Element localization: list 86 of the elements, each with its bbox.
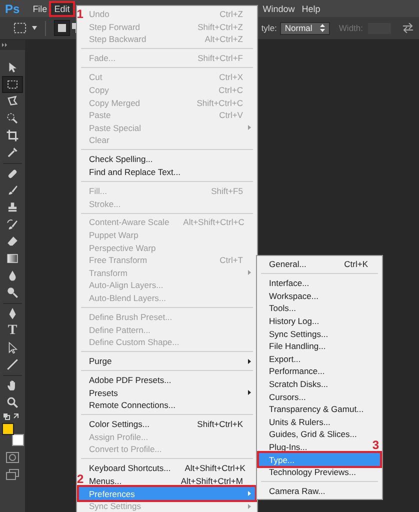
submenu-arrow-icon xyxy=(248,270,250,276)
brush-circle-icon xyxy=(6,112,19,125)
menu-title[interactable]: Help xyxy=(298,2,324,14)
menu-item[interactable]: Transparency & Gamut... xyxy=(268,402,370,416)
menu-item[interactable]: Adobe PDF Presets... xyxy=(88,374,255,386)
menu-item[interactable]: Camera Raw... xyxy=(268,484,370,498)
background-color-swatch[interactable] xyxy=(12,434,24,446)
menu-item[interactable]: Cursors... xyxy=(268,390,370,403)
submenu-arrow-icon xyxy=(248,390,250,396)
magnifier-icon xyxy=(6,396,19,409)
shortcut-label: Ctrl+T xyxy=(218,255,243,266)
menu-item[interactable]: Presets xyxy=(88,386,255,400)
menu-item[interactable]: Purge xyxy=(88,354,255,368)
menu-item[interactable]: Menus... Alt+Shift+Ctrl+M xyxy=(88,474,255,488)
shortcut-label: Shift+F5 xyxy=(210,186,243,196)
submenu-arrow-icon xyxy=(248,358,250,364)
dashed-rectangle-icon xyxy=(6,78,19,91)
menu-item[interactable]: General... Ctrl+K xyxy=(268,258,370,271)
stacked-windows-icon xyxy=(6,469,19,480)
tool-button[interactable]: T xyxy=(2,322,23,339)
menu-item[interactable]: Interface... xyxy=(268,276,370,290)
menu-item[interactable]: Technology Previews... xyxy=(268,466,370,478)
shortcut-label: Alt+Shift+Ctrl+K xyxy=(184,463,246,474)
app-logo: Ps xyxy=(5,2,20,16)
menu-item[interactable]: Remote Connections... xyxy=(88,399,255,412)
caret-icon xyxy=(32,26,37,30)
foreground-color-swatch[interactable] xyxy=(2,423,14,435)
shortcut-label: Alt+Shift+Ctrl+M xyxy=(180,476,243,486)
arrow-cursor-icon xyxy=(6,341,19,354)
tool-button[interactable] xyxy=(2,76,23,93)
menu-item[interactable]: Color Settings... Shift+Ctrl+K xyxy=(88,418,255,431)
eraser-icon xyxy=(6,235,19,248)
submenu-arrow-icon xyxy=(248,504,250,509)
menu-item[interactable]: Plug-Ins... xyxy=(268,440,370,454)
shortcut-label: Ctrl+Z xyxy=(218,9,243,20)
menu-item[interactable]: Units & Rulers... xyxy=(268,416,370,428)
menu-item[interactable]: History Log... xyxy=(268,314,370,328)
line-icon xyxy=(6,358,19,371)
circle-in-square-icon xyxy=(6,452,19,463)
menu-item[interactable]: Guides, Grid & Slices... xyxy=(268,428,370,441)
stamp-icon xyxy=(6,201,19,214)
step-number: 1 xyxy=(76,6,84,20)
submenu-arrow-icon xyxy=(248,491,250,496)
gradient-icon xyxy=(6,252,19,265)
shortcut-label: Ctrl+X xyxy=(218,72,243,82)
shortcut-label: Alt+Shift+Ctrl+C xyxy=(182,217,244,228)
menu-item[interactable]: Find and Replace Text... xyxy=(88,166,255,178)
shortcut-label: Ctrl+V xyxy=(218,110,243,120)
dashed-rectangle-icon xyxy=(13,22,27,34)
brush-icon xyxy=(6,184,19,197)
updown-arrows-icon xyxy=(320,24,325,32)
tool-mode-button[interactable] xyxy=(54,20,70,36)
menu-item[interactable]: Tools... xyxy=(268,302,370,315)
shortcut-label: Alt+Ctrl+Z xyxy=(204,34,243,44)
shortcut-label: Ctrl+K xyxy=(343,259,368,270)
menu-title[interactable]: Window xyxy=(260,2,298,14)
step-number: 3 xyxy=(372,438,379,452)
square-icon xyxy=(58,24,66,32)
submenu-arrow-icon xyxy=(248,125,250,130)
eyedropper-icon xyxy=(6,146,19,159)
menu-item[interactable]: Keyboard Shortcuts... Alt+Shift+Ctrl+K xyxy=(88,462,255,475)
menu-item[interactable]: Scratch Disks... xyxy=(268,378,370,390)
shortcut-label: Ctrl+C xyxy=(218,85,243,96)
shortcut-label: Shift+Ctrl+Z xyxy=(196,22,243,32)
step-number: 2 xyxy=(77,472,84,486)
menu-item[interactable]: Export... xyxy=(268,352,370,366)
swap-arrows-icon xyxy=(402,23,414,33)
menu-item[interactable]: Check Spelling... xyxy=(88,153,255,166)
double-arrow-icon xyxy=(2,43,8,47)
crop-icon xyxy=(6,129,19,142)
menu-item[interactable]: Performance... xyxy=(268,365,370,378)
menu-title[interactable]: Edit xyxy=(51,2,73,14)
shortcut-label: Shift+Ctrl+K xyxy=(196,419,243,430)
swap-colors-icon xyxy=(3,413,20,421)
lollipop-icon xyxy=(6,286,19,299)
shortcut-label: Shift+Ctrl+F xyxy=(196,53,243,64)
brush-arrow-icon xyxy=(6,218,19,231)
style-dropdown[interactable]: Normal xyxy=(280,22,330,34)
style-label: tyle: xyxy=(261,23,277,33)
width-label: Width: xyxy=(338,23,363,33)
menu-title[interactable]: File xyxy=(30,2,50,14)
menu-item[interactable]: Sync Settings... xyxy=(268,327,370,340)
menu-item[interactable]: File Handling... xyxy=(268,340,370,353)
lasso-icon xyxy=(6,95,19,108)
shortcut-label: Shift+Ctrl+C xyxy=(196,98,243,108)
menu-item[interactable]: Workspace... xyxy=(268,290,370,302)
